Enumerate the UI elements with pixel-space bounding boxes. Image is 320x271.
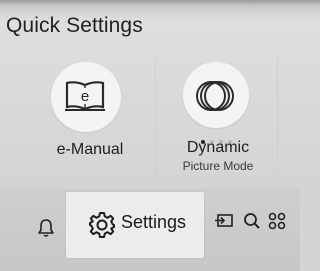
picture-mode-caption: Picture Mode: [182, 159, 254, 173]
settings-label: Settings: [121, 212, 187, 232]
e-manual-label: e-Manual: [56, 141, 124, 158]
input-source-icon[interactable]: [214, 213, 234, 229]
picture-mode-value: Dynamic: [186, 139, 250, 156]
e-manual-book-icon: e: [65, 81, 105, 111]
tile-divider: [155, 58, 156, 176]
quick-settings-title: Quick Settings: [6, 14, 143, 37]
bell-icon[interactable]: [37, 218, 55, 238]
picture-mode-icon: [196, 81, 234, 111]
svg-text:e: e: [81, 88, 89, 105]
gear-icon: [89, 212, 115, 238]
apps-icon[interactable]: [268, 212, 286, 230]
search-icon[interactable]: [243, 212, 261, 230]
tile-divider-right: [277, 58, 278, 176]
